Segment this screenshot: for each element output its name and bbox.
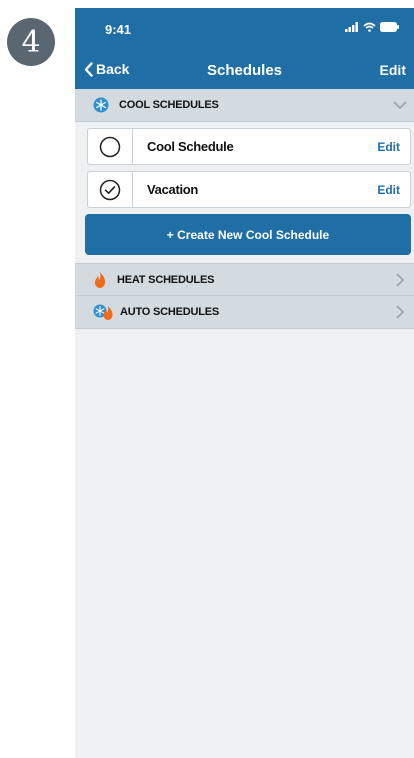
battery-icon [380, 22, 399, 32]
radio-unchecked-icon [99, 136, 121, 157]
phone-screen: 9:41 Back Schedules Edit COOL SCHEDULES … [75, 8, 414, 758]
status-time: 9:41 [105, 22, 132, 37]
chevron-right-icon [396, 273, 405, 287]
create-new-cool-schedule-button[interactable]: + Create New Cool Schedule [85, 214, 411, 255]
status-icons [345, 22, 400, 32]
radio-checked-icon [99, 179, 121, 200]
navigation-bar: Back Schedules Edit [75, 58, 414, 84]
signal-icon [345, 22, 358, 32]
page-title: Schedules [206, 62, 283, 79]
flame-icon [95, 271, 105, 288]
select-radio[interactable] [88, 129, 133, 164]
heat-schedules-header[interactable]: HEAT SCHEDULES [75, 263, 414, 296]
edit-button[interactable]: Edit [380, 62, 406, 78]
schedule-row-vacation[interactable]: Vacation Edit [87, 171, 411, 208]
snowflake-icon [93, 97, 109, 113]
chevron-right-icon [396, 305, 405, 319]
heat-schedules-label: HEAT SCHEDULES [117, 273, 215, 286]
cool-schedules-header[interactable]: COOL SCHEDULES [75, 89, 414, 122]
wifi-icon [363, 22, 376, 32]
step-number-badge: 4 [7, 18, 55, 66]
schedule-name: Vacation [147, 182, 199, 197]
edit-schedule-button[interactable]: Edit [377, 183, 400, 197]
auto-icon [93, 304, 113, 320]
top-bar: 9:41 Back Schedules Edit [75, 8, 414, 89]
cool-schedule-list: Cool Schedule Edit Vacation Edit + Creat… [75, 128, 414, 255]
cool-schedules-label: COOL SCHEDULES [119, 99, 219, 111]
edit-schedule-button[interactable]: Edit [377, 140, 400, 154]
auto-schedules-header[interactable]: AUTO SCHEDULES [75, 296, 414, 329]
auto-schedules-label: AUTO SCHEDULES [120, 306, 220, 318]
select-radio[interactable] [88, 172, 133, 207]
step-number: 4 [21, 24, 41, 60]
schedule-name: Cool Schedule [147, 139, 234, 154]
chevron-down-icon [393, 101, 407, 110]
schedule-row-cool-schedule[interactable]: Cool Schedule Edit [87, 128, 411, 165]
